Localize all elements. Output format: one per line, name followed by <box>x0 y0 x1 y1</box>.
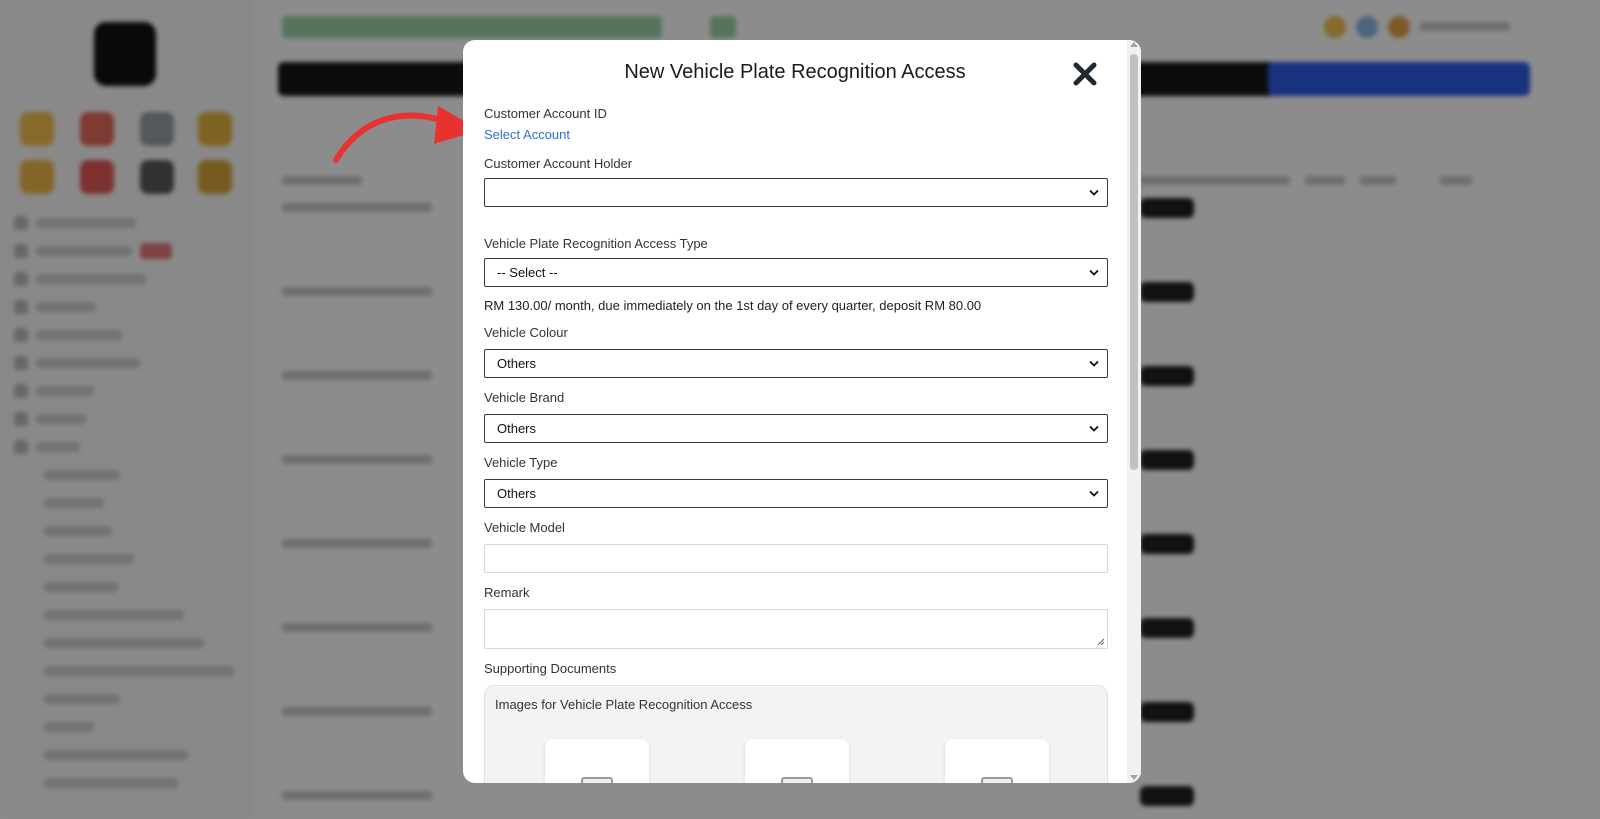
image-upload-slot[interactable] <box>745 739 849 783</box>
remark-label: Remark <box>484 585 530 600</box>
modal-scrollbar[interactable] <box>1127 40 1141 783</box>
image-placeholder-icon <box>781 777 813 783</box>
vehicle-colour-value: Others <box>497 356 537 371</box>
image-placeholder-icon <box>981 777 1013 783</box>
select-account-link[interactable]: Select Account <box>484 127 570 142</box>
scroll-down-arrow-icon[interactable] <box>1130 775 1138 780</box>
vehicle-brand-select[interactable]: Others <box>484 414 1108 443</box>
remark-textarea[interactable] <box>484 609 1108 649</box>
vehicle-brand-label: Vehicle Brand <box>484 390 565 405</box>
vehicle-type-value: Others <box>497 486 537 501</box>
vehicle-colour-label: Vehicle Colour <box>484 325 568 340</box>
customer-account-id-label: Customer Account ID <box>484 106 607 121</box>
supporting-documents-label: Supporting Documents <box>484 661 617 676</box>
images-section-title: Images for Vehicle Plate Recognition Acc… <box>495 697 753 712</box>
image-upload-slot[interactable] <box>545 739 649 783</box>
vehicle-type-select[interactable]: Others <box>484 479 1108 508</box>
close-button[interactable] <box>1071 60 1099 88</box>
access-type-label: Vehicle Plate Recognition Access Type <box>484 236 708 251</box>
chevron-down-icon <box>1089 490 1099 497</box>
pricing-note: RM 130.00/ month, due immediately on the… <box>484 298 982 313</box>
scrollbar-thumb[interactable] <box>1130 54 1138 470</box>
customer-account-holder-label: Customer Account Holder <box>484 156 633 171</box>
chevron-down-icon <box>1089 189 1099 196</box>
access-type-value: -- Select -- <box>497 265 558 280</box>
scroll-up-arrow-icon[interactable] <box>1130 42 1138 47</box>
close-x-icon <box>1073 62 1097 86</box>
vehicle-type-label: Vehicle Type <box>484 455 558 470</box>
supporting-documents-box: Images for Vehicle Plate Recognition Acc… <box>484 685 1108 783</box>
customer-account-holder-select[interactable] <box>484 178 1108 207</box>
vehicle-model-input[interactable] <box>484 544 1108 573</box>
vehicle-brand-value: Others <box>497 421 537 436</box>
vehicle-model-label: Vehicle Model <box>484 520 565 535</box>
chevron-down-icon <box>1089 269 1099 276</box>
image-placeholder-icon <box>581 777 613 783</box>
vehicle-colour-select[interactable]: Others <box>484 349 1108 378</box>
resize-grip-icon[interactable] <box>1097 638 1105 646</box>
image-upload-slot[interactable] <box>945 739 1049 783</box>
chevron-down-icon <box>1089 425 1099 432</box>
modal-title: New Vehicle Plate Recognition Access <box>624 61 966 83</box>
access-type-select[interactable]: -- Select -- <box>484 258 1108 287</box>
new-vehicle-plate-access-modal: New Vehicle Plate Recognition Access Cus… <box>463 40 1141 783</box>
chevron-down-icon <box>1089 360 1099 367</box>
